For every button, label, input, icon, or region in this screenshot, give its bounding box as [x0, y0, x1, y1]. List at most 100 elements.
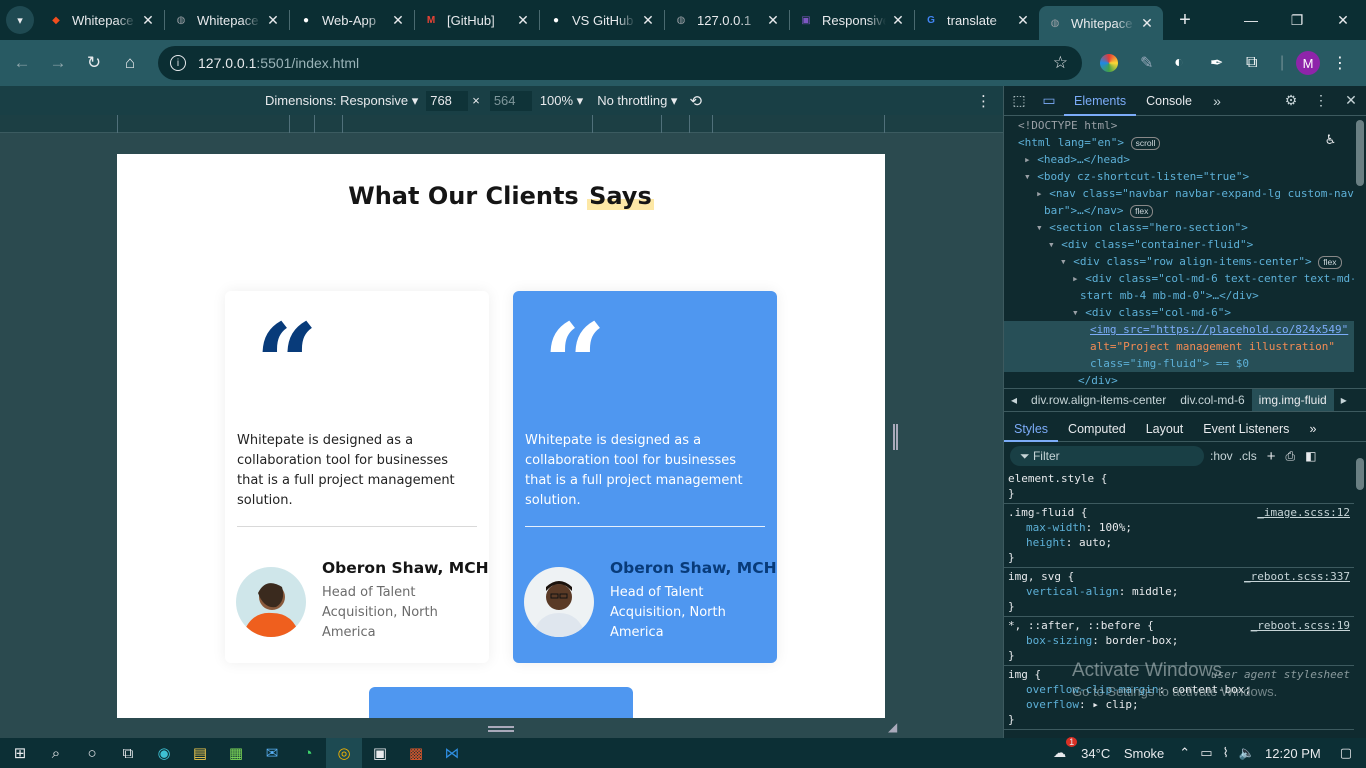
device-toggle-icon[interactable]: ▭: [1034, 92, 1064, 109]
css-declaration[interactable]: box-sizing: border-box;: [1008, 633, 1350, 648]
sidebar-toggle-icon[interactable]: ◧: [1305, 449, 1316, 463]
cls-toggle[interactable]: .cls: [1239, 449, 1257, 463]
new-rule-icon[interactable]: +: [1267, 448, 1276, 465]
dom-node[interactable]: ▾ <div class="container-fluid">: [1004, 236, 1354, 253]
css-rule[interactable]: img, svg {_reboot.scss:337 vertical-align…: [1004, 568, 1354, 617]
dom-node-selected[interactable]: alt="Project management illustration": [1004, 338, 1354, 355]
dom-node-selected[interactable]: class="img-fluid"> == $0: [1004, 355, 1354, 372]
new-tab-icon[interactable]: +: [1171, 9, 1199, 32]
breadcrumb-item[interactable]: div.col-md-6: [1173, 393, 1251, 407]
browser-tab[interactable]: ◍ Whitepace ✕: [1039, 6, 1163, 40]
settings-gear-icon[interactable]: ⚙: [1276, 92, 1306, 109]
volume-icon[interactable]: 🔈: [1239, 745, 1255, 761]
close-tab-icon[interactable]: ✕: [890, 12, 906, 29]
browser-tab[interactable]: ◆ Whitepace ✕: [40, 4, 164, 36]
css-declaration[interactable]: vertical-align: middle;: [1008, 584, 1350, 599]
extension-circle-icon[interactable]: ◐: [1174, 40, 1184, 86]
dom-node[interactable]: <html lang="en"> scroll: [1004, 134, 1354, 151]
search-icon[interactable]: ⌕: [38, 738, 74, 768]
breadcrumb-left-icon[interactable]: ◂: [1004, 393, 1024, 407]
chrome-icon[interactable]: ◎: [326, 738, 362, 768]
task-view-icon[interactable]: ⧉: [110, 738, 146, 768]
address-bar[interactable]: i 127.0.0.1:5501/index.html ☆: [158, 46, 1082, 80]
dom-node-selected[interactable]: <img src="https://placehold.co/824x549": [1004, 321, 1354, 338]
close-tab-icon[interactable]: ✕: [640, 12, 656, 29]
browser-tab[interactable]: ● Web-App ✕: [290, 4, 414, 36]
browser-tab[interactable]: ▣ Responsive ✕: [790, 4, 914, 36]
close-tab-icon[interactable]: ✕: [390, 12, 406, 29]
whatsapp-icon[interactable]: ◔: [290, 738, 326, 768]
dom-node[interactable]: ▾ <div class="col-md-6">: [1004, 304, 1354, 321]
breadcrumb-item[interactable]: div.row.align-items-center: [1024, 393, 1173, 407]
office-app-icon[interactable]: ▩: [398, 738, 434, 768]
tab-layout[interactable]: Layout: [1136, 416, 1194, 442]
close-tab-icon[interactable]: ✕: [1139, 15, 1155, 32]
zoom-select[interactable]: 100% ▾: [540, 93, 583, 109]
css-rule[interactable]: element.style {}: [1004, 470, 1354, 504]
close-tab-icon[interactable]: ✕: [140, 12, 156, 29]
styles-scrollbar[interactable]: [1356, 458, 1364, 490]
network-icon[interactable]: ⌇: [1223, 745, 1229, 761]
tab-event-listeners[interactable]: Event Listeners: [1193, 416, 1299, 442]
forward-icon[interactable]: →: [40, 45, 76, 81]
extension-pen-icon[interactable]: ✎: [1140, 40, 1153, 86]
clock[interactable]: 12:20 PM: [1265, 746, 1321, 761]
bookmark-star-icon[interactable]: ☆: [1053, 53, 1068, 73]
height-input[interactable]: 564: [489, 90, 532, 111]
device-options-icon[interactable]: ⋮: [976, 92, 991, 110]
back-icon[interactable]: ←: [4, 45, 40, 81]
css-declaration[interactable]: height: auto;: [1008, 535, 1350, 550]
devtools-menu-icon[interactable]: ⋮: [1306, 92, 1336, 109]
weather-text[interactable]: 34°C Smoke: [1076, 746, 1169, 761]
css-rule[interactable]: *, ::after, ::before {_reboot.scss:19 box…: [1004, 617, 1354, 666]
filter-input[interactable]: ⏷ Filter: [1010, 446, 1204, 466]
extensions-puzzle-icon[interactable]: ⧉: [1246, 40, 1257, 86]
media-query-ruler[interactable]: [0, 115, 1003, 133]
accessibility-icon[interactable]: ♿: [1326, 130, 1335, 148]
rule-source-link[interactable]: _reboot.scss:337: [1244, 570, 1350, 583]
width-input[interactable]: 768: [426, 90, 469, 111]
show-hidden-icons[interactable]: ⌃: [1179, 745, 1190, 761]
profile-avatar[interactable]: M: [1296, 51, 1320, 75]
tab-elements[interactable]: Elements: [1064, 86, 1137, 116]
home-icon[interactable]: ⌂: [112, 45, 148, 81]
hov-toggle[interactable]: :hov: [1210, 449, 1233, 463]
dom-node[interactable]: bar">…</nav> flex: [1004, 202, 1354, 219]
flex-badge[interactable]: flex: [1318, 256, 1342, 269]
close-tab-icon[interactable]: ✕: [765, 12, 781, 29]
css-rule[interactable]: .img-fluid {_image.scss:12 max-width: 100…: [1004, 504, 1354, 568]
mail-icon[interactable]: ✉: [254, 738, 290, 768]
close-tab-icon[interactable]: ✕: [515, 12, 531, 29]
tab-search-icon[interactable]: ▾: [6, 6, 34, 34]
dimensions-select[interactable]: Dimensions: Responsive ▾: [265, 93, 418, 109]
close-devtools-icon[interactable]: ✕: [1336, 92, 1366, 109]
rule-source-link[interactable]: _reboot.scss:19: [1251, 619, 1350, 632]
close-tab-icon[interactable]: ✕: [1015, 12, 1031, 29]
breadcrumb-item[interactable]: img.img-fluid: [1251, 389, 1334, 411]
dom-node[interactable]: ▸ <nav class="navbar navbar-expand-lg cu…: [1004, 185, 1354, 202]
file-explorer-icon[interactable]: ▤: [182, 738, 218, 768]
reload-icon[interactable]: ↻: [76, 45, 112, 81]
browser-tab[interactable]: ◍ 127.0.0.1 ✕: [665, 4, 789, 36]
dom-node[interactable]: <!DOCTYPE html>: [1004, 117, 1354, 134]
dom-node[interactable]: ▾ <section class="hero-section">: [1004, 219, 1354, 236]
minimize-icon[interactable]: —: [1228, 0, 1274, 40]
inspect-element-icon[interactable]: ⬚: [1004, 92, 1034, 109]
resize-width-handle[interactable]: [893, 424, 898, 450]
more-tabs-icon[interactable]: »: [1202, 93, 1232, 109]
css-declaration[interactable]: overflow: ▸ clip;: [1008, 697, 1350, 712]
dom-node[interactable]: ▸ <head>…</head>: [1004, 151, 1354, 168]
resize-corner-handle[interactable]: ◢: [888, 720, 897, 734]
browser-menu-icon[interactable]: ⋮: [1332, 40, 1348, 86]
site-info-icon[interactable]: i: [170, 55, 186, 71]
resize-height-handle[interactable]: [488, 726, 514, 732]
tab-styles[interactable]: Styles: [1004, 416, 1059, 442]
rule-selector[interactable]: element.style {: [1008, 471, 1350, 486]
flex-badge[interactable]: flex: [1130, 205, 1154, 218]
vscode-icon[interactable]: ⋈: [434, 738, 470, 768]
extension-colorpicker-icon[interactable]: [1100, 40, 1118, 86]
dom-node[interactable]: ▸ <div class="col-md-6 text-center text-…: [1004, 270, 1354, 287]
breadcrumb-right-icon[interactable]: ▸: [1334, 393, 1354, 407]
throttle-select[interactable]: No throttling ▾: [597, 93, 677, 109]
browser-tab[interactable]: ◍ Whitepace ✕: [165, 4, 289, 36]
